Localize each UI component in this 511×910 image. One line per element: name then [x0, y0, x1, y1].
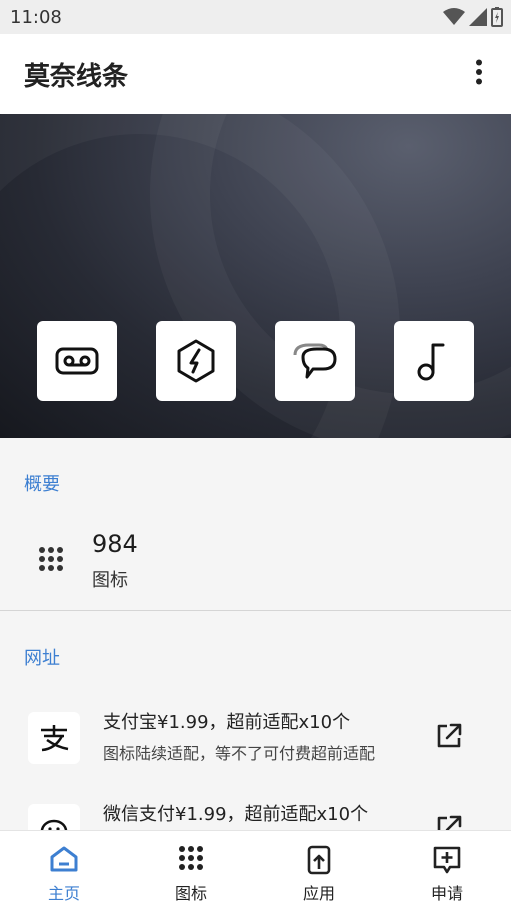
nav-apps[interactable]: 应用	[255, 831, 383, 910]
hero-icon-previews	[0, 321, 511, 401]
status-icons	[443, 7, 503, 27]
open-link-button[interactable]	[433, 720, 465, 752]
section-divider	[0, 610, 511, 611]
hexagon-bolt-icon	[177, 339, 215, 383]
summary-header: 概要	[24, 474, 60, 495]
link-title: 微信支付¥1.99，超前适配x10个	[103, 804, 369, 825]
open-in-new-icon	[437, 723, 462, 748]
status-time: 11:08	[10, 7, 62, 28]
nav-label: 申请	[430, 884, 463, 903]
grid-icon	[179, 846, 203, 870]
link-item-alipay[interactable]: 支付宝¥1.99，超前适配x10个 图标陆续适配，等不了可付费超前适配	[0, 698, 511, 788]
app-upload-icon	[307, 845, 331, 875]
preview-tile-voicemail[interactable]	[37, 321, 117, 401]
wifi-icon	[443, 8, 465, 25]
preview-tile-bolt[interactable]	[156, 321, 236, 401]
voicemail-icon	[55, 347, 99, 375]
hero-banner	[0, 114, 511, 438]
link-title: 支付宝¥1.99，超前适配x10个	[103, 712, 351, 733]
request-add-icon	[433, 846, 461, 874]
app-title: 莫奈线条	[24, 62, 129, 92]
nav-request[interactable]: 申请	[383, 831, 511, 910]
more-options-button[interactable]	[461, 54, 497, 90]
app-bar: 莫奈线条	[0, 34, 511, 114]
preview-tile-music[interactable]	[394, 321, 474, 401]
bottom-navigation: 主页 图标 应用 申请	[0, 830, 511, 910]
icon-count: 984	[92, 530, 138, 558]
status-bar: 11:08	[0, 0, 511, 34]
battery-icon	[491, 7, 503, 27]
nav-label: 应用	[302, 884, 335, 903]
grid-icon	[39, 547, 63, 571]
signal-icon	[469, 8, 487, 26]
nav-icons[interactable]: 图标	[127, 831, 255, 910]
more-vert-icon	[476, 59, 482, 85]
preview-tile-chat[interactable]	[275, 321, 355, 401]
home-icon	[50, 846, 78, 872]
links-header: 网址	[24, 648, 60, 669]
link-subtitle: 图标陆续适配，等不了可付费超前适配	[103, 744, 376, 763]
chat-bubbles-icon	[293, 343, 337, 379]
icon-count-row[interactable]: 984 图标	[0, 520, 511, 600]
music-note-icon	[417, 343, 445, 381]
icon-count-label: 图标	[92, 570, 128, 591]
nav-home[interactable]: 主页	[0, 831, 128, 910]
nav-label: 主页	[47, 884, 80, 903]
nav-label: 图标	[174, 884, 207, 903]
alipay-logo	[28, 712, 80, 764]
